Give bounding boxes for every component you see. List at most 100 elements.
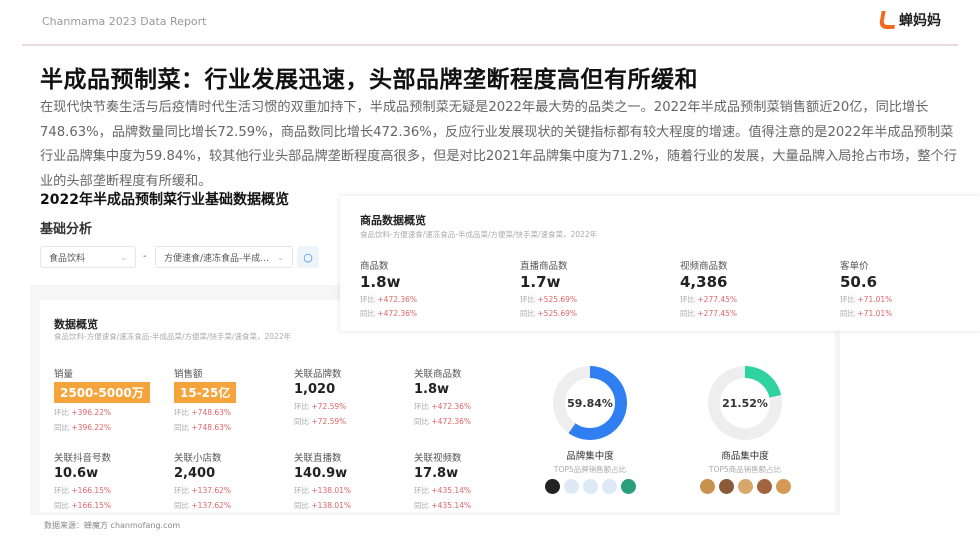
- hb-label: 环比: [54, 408, 69, 417]
- metric: 关联小店数 2,400 环比 +137.62% 同比 +137.62%: [174, 450, 231, 511]
- concentration-donut: 21.52% 商品集中度 TOP5商品销售额占比: [690, 366, 800, 494]
- metric-value: 140.9w: [294, 466, 348, 481]
- metric-label: 客单价: [840, 261, 869, 272]
- product-subtitle: 食品饮料-方便速食/速冻食品-半成品菜/方便菜/快手菜/速食菜，2022年: [360, 230, 598, 239]
- hb-value: +166.15%: [71, 486, 112, 495]
- top5-avatar[interactable]: [699, 479, 715, 494]
- top5-avatar[interactable]: [544, 479, 560, 494]
- metric: 关联抖音号数 10.6w 环比 +166.15% 同比 +166.15%: [54, 450, 111, 511]
- donut-title: 品牌集中度: [566, 451, 614, 462]
- metric-label: 关联抖音号数: [54, 453, 112, 464]
- metric-hb: 环比 +71.01%: [840, 294, 892, 305]
- donut-value: 21.52%: [720, 378, 770, 428]
- top5-avatar[interactable]: [620, 479, 636, 494]
- metric: 直播商品数 1.7w 环比 +525.69% 同比 +525.69%: [520, 258, 577, 319]
- hb-value: +71.01%: [857, 295, 893, 304]
- chanmama-logo: 蝉妈妈: [878, 10, 941, 30]
- top5-avatar[interactable]: [601, 479, 617, 494]
- category-select[interactable]: 食品饮料 ⌄: [40, 246, 136, 268]
- metric: 销量 2500-5000万 环比 +396.22% 同比 +396.22%: [54, 366, 150, 433]
- metric-value: 4,386: [680, 273, 728, 291]
- metric-value: 1,020: [294, 382, 336, 397]
- metric-value: 2,400: [174, 466, 216, 481]
- report-label: Chanmama 2023 Data Report: [42, 15, 207, 28]
- product-overview-card: 商品数据概览 食品饮料-方便速食/速冻食品-半成品菜/方便菜/快手菜/速食菜，2…: [340, 196, 980, 331]
- metric: 关联商品数 1.8w 环比 +472.36% 同比 +472.36%: [414, 366, 471, 427]
- top5-avatar[interactable]: [718, 479, 734, 494]
- hb-label: 环比: [520, 295, 535, 304]
- hb-label: 环比: [414, 486, 429, 495]
- product-title: 商品数据概览: [360, 214, 426, 227]
- hb-label: 环比: [174, 408, 189, 417]
- tb-label: 同比: [680, 309, 695, 318]
- metric-hb: 环比 +748.63%: [174, 407, 236, 418]
- metric: 销售额 15-25亿 环比 +748.63% 同比 +748.63%: [174, 366, 237, 433]
- top5-avatar[interactable]: [582, 479, 598, 494]
- metric: 商品数 1.8w 环比 +472.36% 同比 +472.36%: [360, 258, 417, 319]
- chevron-down-icon: ⌄: [277, 252, 284, 262]
- metric-hb: 环比 +396.22%: [54, 407, 150, 418]
- data-overview-card: 数据概览 食品饮料-方便速食/速冻食品-半成品菜/方便菜/快手菜/速食菜，202…: [40, 300, 835, 512]
- metric-label: 关联小店数: [174, 453, 222, 464]
- metric-value: 15-25亿: [174, 382, 237, 403]
- chevron-down-icon: ⌄: [120, 252, 127, 262]
- metric-tb: 同比 +71.01%: [840, 308, 892, 319]
- metric-tb: 同比 +137.62%: [174, 500, 231, 511]
- data-source: 数据来源：蝉魔方 chanmofang.com: [44, 521, 181, 530]
- metric-label: 直播商品数: [520, 261, 568, 272]
- tb-value: +472.36%: [377, 309, 418, 318]
- metric-hb: 环比 +72.59%: [294, 401, 346, 412]
- tb-label: 同比: [414, 501, 429, 510]
- metric-tb: 同比 +72.59%: [294, 416, 346, 427]
- metric-tb: 同比 +396.22%: [54, 422, 150, 433]
- metric-tb: 同比 +472.36%: [414, 416, 471, 427]
- metric-hb: 环比 +138.01%: [294, 485, 351, 496]
- metric-label: 视频商品数: [680, 261, 728, 272]
- tb-label: 同比: [54, 501, 69, 510]
- metric: 关联直播数 140.9w 环比 +138.01% 同比 +138.01%: [294, 450, 351, 511]
- hb-value: +472.36%: [377, 295, 418, 304]
- search-button[interactable]: ○: [297, 246, 319, 268]
- subcategory-select[interactable]: 方便速食/速冻食品-半成... ⌄: [155, 246, 293, 268]
- donut-subtitle: TOP5品牌销售额占比: [553, 465, 627, 474]
- metric-tb: 同比 +748.63%: [174, 422, 236, 433]
- tb-value: +71.01%: [857, 309, 893, 318]
- metric-label: 关联商品数: [414, 369, 462, 380]
- summary-paragraph: 在现代快节奏生活与后疫情时代生活习惯的双重加持下，半成品预制菜无疑是2022年最…: [40, 100, 957, 189]
- metric-hb: 环比 +137.62%: [174, 485, 231, 496]
- metric-label: 关联视频数: [414, 453, 462, 464]
- metric-hb: 环比 +472.36%: [360, 294, 417, 305]
- metric: 关联品牌数 1,020 环比 +72.59% 同比 +72.59%: [294, 366, 346, 427]
- metric: 视频商品数 4,386 环比 +277.45% 同比 +277.45%: [680, 258, 737, 319]
- hb-label: 环比: [414, 402, 429, 411]
- hb-label: 环比: [680, 295, 695, 304]
- metric-hb: 环比 +472.36%: [414, 401, 471, 412]
- hb-value: +748.63%: [191, 408, 232, 417]
- metric: 客单价 50.6 环比 +71.01% 同比 +71.01%: [840, 258, 892, 319]
- overview-title: 数据概览: [54, 318, 98, 331]
- hb-value: +137.62%: [191, 486, 232, 495]
- metric-hb: 环比 +525.69%: [520, 294, 577, 305]
- metric-value: 2500-5000万: [54, 382, 150, 403]
- hb-value: +525.69%: [537, 295, 578, 304]
- logo-icon: [878, 11, 898, 29]
- tb-value: +525.69%: [537, 309, 578, 318]
- hb-value: +472.36%: [431, 402, 472, 411]
- metric-tb: 同比 +525.69%: [520, 308, 577, 319]
- metric-value: 17.8w: [414, 466, 459, 481]
- metric-label: 商品数: [360, 261, 389, 272]
- metric-tb: 同比 +138.01%: [294, 500, 351, 511]
- hb-label: 环比: [840, 295, 855, 304]
- tb-value: +396.22%: [71, 423, 112, 432]
- concentration-donut: 59.84% 品牌集中度 TOP5品牌销售额占比: [535, 366, 645, 494]
- top5-avatar[interactable]: [737, 479, 753, 494]
- hb-label: 环比: [294, 402, 309, 411]
- top5-avatar[interactable]: [756, 479, 772, 494]
- section-title: 2022年半成品预制菜行业基础数据概览: [40, 192, 289, 208]
- top5-avatar[interactable]: [563, 479, 579, 494]
- page-title: 半成品预制菜：行业发展迅速，头部品牌垄断程度高但有所缓和: [40, 67, 698, 93]
- metric-label: 关联品牌数: [294, 369, 342, 380]
- donut-subtitle: TOP5商品销售额占比: [708, 465, 782, 474]
- metric-hb: 环比 +435.14%: [414, 485, 471, 496]
- top5-avatar[interactable]: [775, 479, 791, 494]
